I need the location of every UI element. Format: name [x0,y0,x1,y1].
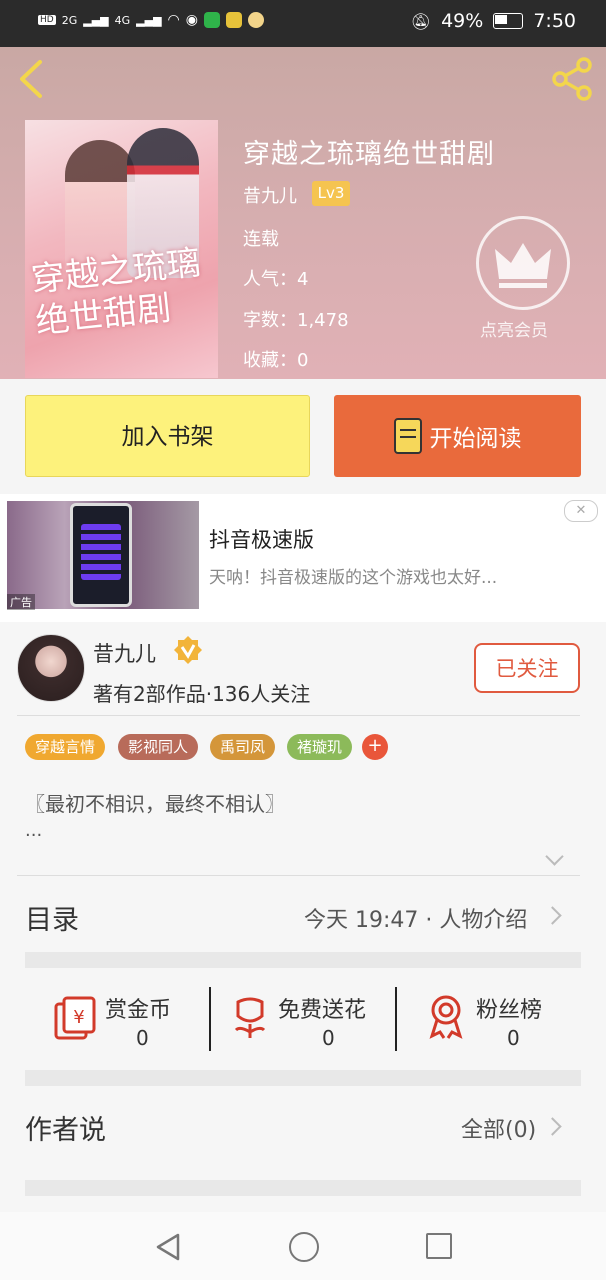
book-cover[interactable]: 穿越之琉璃绝世甜剧 [25,120,218,378]
ad-close-button[interactable]: ✕ [564,500,598,522]
status-left: HD 2G ▂▄▆ 4G ▂▄▆ ◠ ◉ [38,12,264,28]
follow-button[interactable]: 已关注 [474,643,580,693]
book-author[interactable]: 昔九儿 [243,182,297,208]
cover-title-art: 穿越之琉璃绝世甜剧 [29,242,203,343]
tag-chuxuanji[interactable]: 褚璇玑 [287,734,353,760]
app-icon-yellow [225,12,242,28]
fan-ranking-label[interactable]: 粉丝榜 [476,992,542,1024]
reward-coins-count: 0 [136,1026,149,1050]
status-bar: HD 2G ▂▄▆ 4G ▂▄▆ ◠ ◉ 🔕︎ 49% 7:50 [0,0,606,47]
book-status: 连载 [243,229,279,250]
book-icon [393,418,422,454]
wifi-icon: ◠ [167,12,180,28]
signal-bars-icon: ▂▄▆ [83,13,109,27]
section-gap [25,1070,581,1086]
tag-chuanyue[interactable]: 穿越言情 [25,734,106,760]
coin-icon[interactable]: ¥ [52,996,98,1044]
tag-yusifeng[interactable]: 禹司凤 [210,734,276,760]
author-says-title[interactable]: 作者说 [25,1108,106,1147]
clock: 7:50 [533,10,576,32]
ad-phone-screenshot [70,503,132,607]
status-right: 🔕︎ 49% 7:50 [411,10,576,32]
fan-ranking-count: 0 [507,1026,520,1050]
reward-coins-label[interactable]: 赏金币 [105,992,171,1024]
svg-text:¥: ¥ [73,1007,84,1028]
send-flowers-count: 0 [322,1026,335,1050]
app-icon-green [203,12,220,28]
start-reading-label: 开始阅读 [429,426,522,452]
author-stats: 著有2部作品·136人关注 [93,682,311,706]
signal-bars-icon: ▂▄▆ [136,13,162,27]
book-word-count: 字数：1,478 [243,310,349,331]
crown-icon [495,243,551,288]
system-nav-bar [0,1212,606,1280]
tag-yingshi[interactable]: 影视同人 [118,734,199,760]
catalog-title[interactable]: 目录 [25,898,79,937]
book-popularity: 人气：4 [243,269,309,290]
battery-percent: 49% [441,10,484,32]
back-icon[interactable] [14,58,50,100]
send-flowers-label[interactable]: 免费送花 [278,992,366,1024]
book-title: 穿越之琉璃绝世甜剧 [243,139,495,170]
author-says-all[interactable]: 全部(0) [461,1112,536,1144]
vip-label[interactable]: 点亮会员 [480,316,548,341]
flower-icon[interactable] [230,996,270,1044]
nav-back-icon[interactable] [154,1232,182,1266]
section-gap [25,1180,581,1196]
ad-description[interactable]: 天呐！抖音极速版的这个游戏也太好... [209,563,497,588]
book-intro: 〖最初不相识，最终不相认〗 [25,792,285,816]
section-gap [25,952,581,968]
verified-badge-icon [173,635,203,665]
intro-ellipsis: ... [25,820,43,841]
wechat-icon: ◉ [185,12,198,28]
author-level-badge: Lv3 [312,181,350,206]
avatar[interactable] [17,634,85,702]
signal-4g: 4G [114,13,131,27]
start-reading-button[interactable]: 开始阅读 [334,395,581,477]
vip-button[interactable] [476,216,570,310]
ad-title[interactable]: 抖音极速版 [209,524,314,554]
nav-recents-icon[interactable] [426,1233,452,1259]
fan-ranking-icon[interactable] [426,994,466,1044]
mute-icon: 🔕︎ [410,11,432,31]
book-favorites: 收藏：0 [243,350,309,371]
app-icon-face [247,12,264,28]
divider [17,875,580,876]
divider [17,715,580,716]
battery-icon [493,13,524,29]
share-icon[interactable] [548,55,596,103]
nav-home-icon[interactable] [289,1232,319,1262]
catalog-latest[interactable]: 今天 19:47 · 人物介绍 [304,902,527,934]
hd-indicator: HD [38,15,56,25]
stat-divider [395,987,397,1051]
signal-2g: 2G [61,13,78,27]
author-name[interactable]: 昔九儿 [93,638,156,668]
add-tag-button[interactable]: + [362,734,388,760]
ad-label: 广告 [7,594,35,610]
add-to-shelf-button[interactable]: 加入书架 [25,395,310,477]
stat-divider [209,987,211,1051]
